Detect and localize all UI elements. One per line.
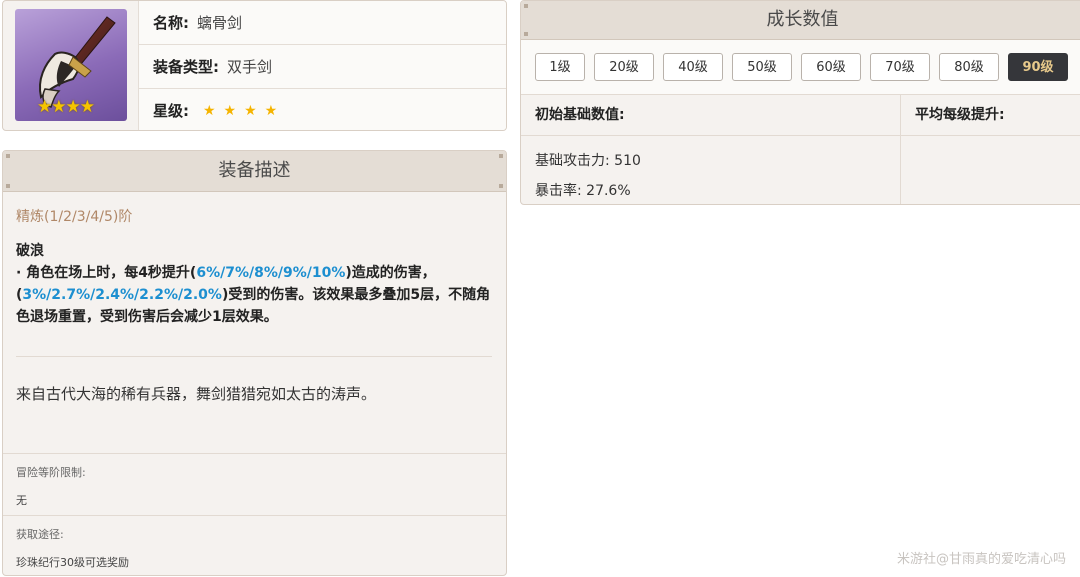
crit-rate-stat: 暴击率: 27.6% xyxy=(535,183,631,199)
weapon-info-card: ★★★★ 名称: 螭骨剑 装备类型: 双手剑 星级: ★★★★ xyxy=(2,0,507,131)
stats-header: 初始基础数值: 平均每级提升: xyxy=(521,95,1080,136)
corner-dot xyxy=(6,184,10,188)
divider xyxy=(16,356,492,357)
rarity-stars: ★★★★ xyxy=(203,102,286,119)
skill-name: 破浪 xyxy=(16,243,44,259)
description-title: 装备描述 xyxy=(218,160,291,181)
level-button-70[interactable]: 70级 xyxy=(870,53,930,81)
name-label: 名称: xyxy=(153,14,189,32)
level-button-40[interactable]: 40级 xyxy=(663,53,723,81)
thumbnail-stars: ★★★★ xyxy=(37,97,95,117)
limit-value: 无 xyxy=(16,494,27,507)
weapon-info-fields: 名称: 螭骨剑 装备类型: 双手剑 星级: ★★★★ xyxy=(138,1,506,130)
base-stats-header: 初始基础数值: xyxy=(521,95,901,135)
corner-dot xyxy=(524,32,528,36)
level-selector: 1级 20级 40级 50级 60级 70级 80级 90级 xyxy=(521,40,1080,95)
description-title-bar: 装备描述 xyxy=(3,151,506,192)
flavor-text: 来自古代大海的稀有兵器，舞剑猎猎宛如太古的涛声。 xyxy=(16,385,377,403)
rarity-label: 星级: xyxy=(153,102,189,120)
type-label: 装备类型: xyxy=(153,58,219,76)
level-button-60[interactable]: 60级 xyxy=(801,53,861,81)
type-row: 装备类型: 双手剑 xyxy=(139,45,506,89)
limit-label: 冒险等阶限制: xyxy=(16,466,86,479)
corner-dot xyxy=(499,154,503,158)
base-stats: 基础攻击力: 510 暴击率: 27.6% xyxy=(521,136,901,204)
level-button-20[interactable]: 20级 xyxy=(594,53,654,81)
watermark: 米游社@甘雨真的爱吃清心吗 xyxy=(896,552,1066,567)
skill-description: · 角色在场上时，每4秒提升(6%/7%/8%/9%/10%)造成的伤害，(3%… xyxy=(16,262,492,328)
avg-growth-stats xyxy=(901,136,1080,204)
name-row: 名称: 螭骨剑 xyxy=(139,1,506,45)
name-value: 螭骨剑 xyxy=(197,14,243,32)
source-label: 获取途径: xyxy=(16,528,64,541)
description-body: 精炼(1/2/3/4/5)阶 破浪 · 角色在场上时，每4秒提升(6%/7%/8… xyxy=(3,192,506,404)
adventure-rank-limit: 冒险等阶限制: 无 xyxy=(3,453,506,518)
growth-values-card: 成长数值 1级 20级 40级 50级 60级 70级 80级 90级 初始基础… xyxy=(520,0,1080,205)
skill-text-part: · 角色在场上时，每4秒提升( xyxy=(16,265,197,281)
base-attack-stat: 基础攻击力: 510 xyxy=(535,153,641,169)
growth-title-bar: 成长数值 xyxy=(521,1,1080,40)
level-button-90[interactable]: 90级 xyxy=(1008,53,1068,81)
refine-label: 精炼(1/2/3/4/5)阶 xyxy=(16,209,133,225)
skill-highlight-taken: 3%/2.7%/2.4%/2.2%/2.0% xyxy=(22,287,222,303)
corner-dot xyxy=(524,4,528,8)
level-button-1[interactable]: 1级 xyxy=(535,53,585,81)
type-value: 双手剑 xyxy=(227,58,273,76)
avg-growth-header: 平均每级提升: xyxy=(915,107,1005,123)
weapon-thumbnail: ★★★★ xyxy=(15,9,127,121)
skill-highlight-damage: 6%/7%/8%/9%/10% xyxy=(196,265,346,281)
level-button-80[interactable]: 80级 xyxy=(939,53,999,81)
acquisition-source: 获取途径: 珍珠纪行30级可选奖励 xyxy=(3,515,506,575)
rarity-row: 星级: ★★★★ xyxy=(139,89,506,130)
level-button-50[interactable]: 50级 xyxy=(732,53,792,81)
stats-body: 基础攻击力: 510 暴击率: 27.6% xyxy=(521,136,1080,204)
description-card: 装备描述 精炼(1/2/3/4/5)阶 破浪 · 角色在场上时，每4秒提升(6%… xyxy=(2,150,507,576)
growth-title: 成长数值 xyxy=(766,9,839,30)
corner-dot xyxy=(6,154,10,158)
source-value: 珍珠纪行30级可选奖励 xyxy=(16,556,129,569)
corner-dot xyxy=(499,184,503,188)
